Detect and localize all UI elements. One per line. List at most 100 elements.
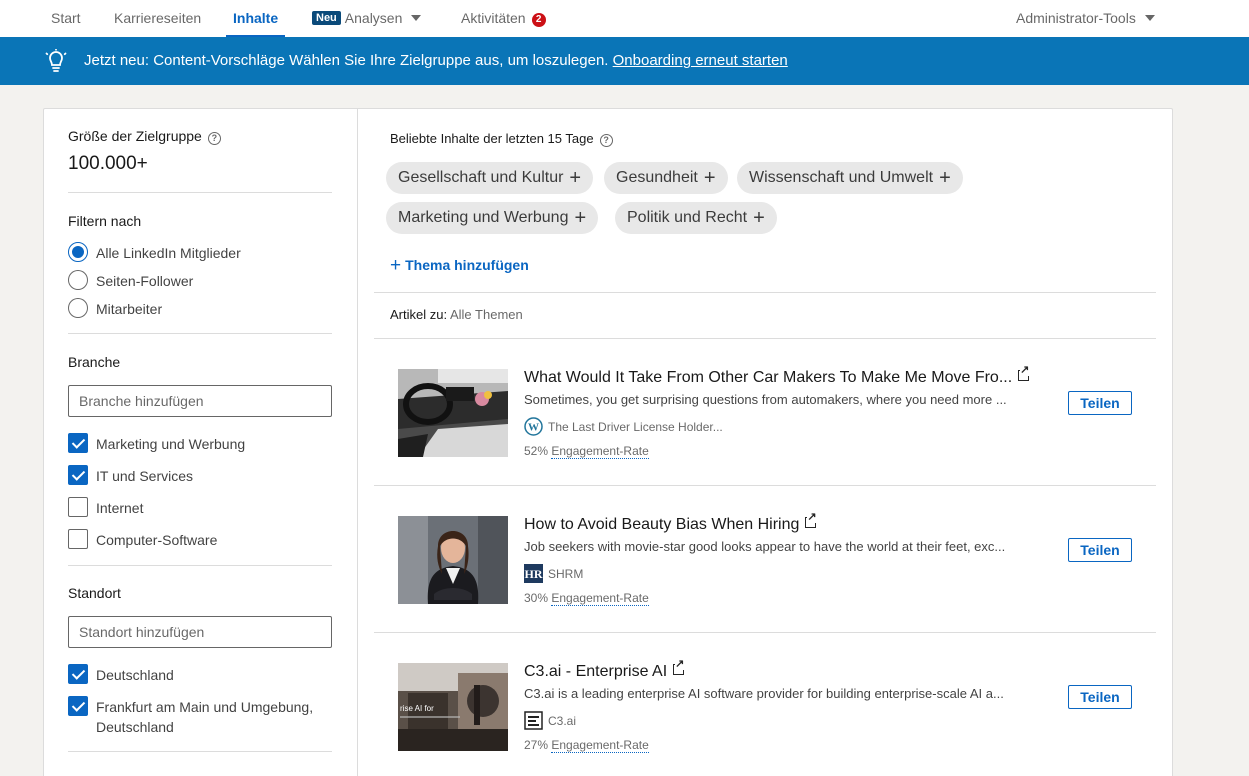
article-card: What Would It Take From Other Car Makers… <box>374 339 1156 485</box>
topic-label: Marketing und Werbung <box>398 209 569 226</box>
article-source: HR SHRM <box>524 564 583 583</box>
filter-heading: Filtern nach <box>68 213 142 229</box>
plus-icon: + <box>574 207 587 229</box>
article-title-text: What Would It Take From Other Car Makers… <box>524 369 1013 386</box>
announcement-banner: Jetzt neu: Content-Vorschläge Wählen Sie… <box>0 37 1249 85</box>
svg-text:W: W <box>528 422 539 434</box>
plus-icon: + <box>939 167 951 189</box>
tab-analysen-label: Analysen <box>344 10 403 26</box>
checkbox[interactable] <box>68 465 88 485</box>
topic-pill[interactable]: Politik und Recht + <box>615 202 777 234</box>
checkbox-label-line2: Deutschland <box>96 719 174 735</box>
divider <box>68 192 332 193</box>
tab-inhalte[interactable]: Inhalte <box>225 0 286 37</box>
divider <box>68 333 332 334</box>
engagement-rate-label: Engagement-Rate <box>551 591 649 606</box>
divider <box>68 565 332 566</box>
article-title[interactable]: C3.ai - Enterprise AI <box>524 659 685 681</box>
new-badge: Neu <box>312 11 341 25</box>
checkbox-label: Deutschland <box>96 667 174 683</box>
location-input[interactable] <box>68 616 332 648</box>
engagement-rate: 27% Engagement-Rate <box>524 738 649 753</box>
share-button[interactable]: Teilen <box>1068 685 1132 709</box>
audience-filter-panel: Größe der Zielgruppe? 100.000+ Filtern n… <box>43 108 358 776</box>
banner-message: Jetzt neu: Content-Vorschläge Wählen Sie… <box>84 52 609 69</box>
engagement-rate-value: 52% <box>524 444 549 458</box>
tab-analysen[interactable]: Neu Analysen <box>312 0 422 37</box>
article-source: C3.ai <box>524 711 576 730</box>
external-link-icon <box>805 512 817 528</box>
engagement-rate-label: Engagement-Rate <box>551 444 649 459</box>
article-description: Job seekers with movie-star good looks a… <box>524 539 1006 554</box>
industry-heading: Branche <box>68 354 121 370</box>
topic-pill[interactable]: Gesundheit + <box>604 162 728 194</box>
wordpress-icon: W <box>524 417 543 436</box>
plus-icon: + <box>753 207 765 229</box>
audience-size-label: Größe der Zielgruppe <box>68 128 202 144</box>
add-topic-button[interactable]: + Thema hinzufügen <box>390 255 529 277</box>
location-heading: Standort <box>68 585 121 601</box>
article-thumbnail[interactable] <box>398 516 508 604</box>
engagement-rate: 30% Engagement-Rate <box>524 591 649 606</box>
checkbox[interactable] <box>68 433 88 453</box>
article-title[interactable]: How to Avoid Beauty Bias When Hiring <box>524 512 817 534</box>
article-source-name: The Last Driver License Holder... <box>548 420 723 434</box>
article-title-text: How to Avoid Beauty Bias When Hiring <box>524 516 800 533</box>
share-button[interactable]: Teilen <box>1068 391 1132 415</box>
article-title[interactable]: What Would It Take From Other Car Makers… <box>524 365 1030 387</box>
engagement-rate: 52% Engagement-Rate <box>524 444 649 459</box>
c3ai-logo-icon <box>524 711 543 730</box>
help-icon[interactable]: ? <box>599 134 613 147</box>
article-description: Sometimes, you get surprising questions … <box>524 392 1007 407</box>
radio-button[interactable] <box>68 242 88 262</box>
article-source-name: C3.ai <box>548 714 577 728</box>
plus-icon: + <box>390 255 402 276</box>
topic-label: Wissenschaft und Umwelt <box>749 169 934 186</box>
industry-input[interactable] <box>68 385 332 417</box>
notification-count-badge: 2 <box>531 13 546 27</box>
topic-label: Gesellschaft und Kultur <box>398 169 564 186</box>
tab-start[interactable]: Start <box>51 0 81 37</box>
chevron-down-icon <box>411 15 422 21</box>
divider <box>374 292 1156 293</box>
radio-button[interactable] <box>68 298 88 318</box>
article-thumbnail[interactable] <box>398 369 508 457</box>
add-topic-label: Thema hinzufügen <box>405 257 529 273</box>
tab-karriereseiten[interactable]: Karriereseiten <box>114 0 201 37</box>
checkbox[interactable] <box>68 497 88 517</box>
topic-pill[interactable]: Wissenschaft und Umwelt + <box>737 162 963 194</box>
content-suggestions-panel: Beliebte Inhalte der letzten 15 Tage? Ge… <box>357 108 1173 776</box>
radio-label: Alle LinkedIn Mitglieder <box>96 245 241 261</box>
checkbox[interactable] <box>68 664 88 684</box>
articles-filter-label: Artikel zu: Alle Themen <box>390 307 523 322</box>
checkbox[interactable] <box>68 529 88 549</box>
banner-text: Jetzt neu: Content-Vorschläge Wählen Sie… <box>84 37 788 85</box>
topic-pill[interactable]: Gesellschaft und Kultur + <box>386 162 594 194</box>
topic-pill[interactable]: Marketing und Werbung + <box>386 202 599 234</box>
articles-for-value: Alle Themen <box>449 307 523 322</box>
radio-label: Seiten-Follower <box>96 273 194 289</box>
radio-button[interactable] <box>68 270 88 290</box>
thumbnail-caption: rise AI for <box>400 704 434 713</box>
plus-icon: + <box>569 167 582 189</box>
article-thumbnail[interactable]: rise AI for <box>398 663 508 751</box>
share-button[interactable]: Teilen <box>1068 538 1132 562</box>
radio-label: Mitarbeiter <box>96 301 163 317</box>
checkbox-label: Computer-Software <box>96 532 218 548</box>
restart-onboarding-link[interactable]: Onboarding erneut starten <box>613 52 788 69</box>
top-navigation: Start Karriereseiten Inhalte Neu Analysen… <box>0 0 1249 37</box>
chevron-down-icon <box>1144 15 1155 21</box>
help-icon[interactable]: ? <box>207 132 221 145</box>
tab-aktivitaeten[interactable]: Aktivitäten 2 <box>461 0 546 37</box>
article-title-text: C3.ai - Enterprise AI <box>524 663 668 680</box>
articles-for-label: Artikel zu: <box>390 307 448 322</box>
admin-tools-menu[interactable]: Administrator-Tools <box>1016 0 1155 37</box>
article-description: C3.ai is a leading enterprise AI softwar… <box>524 686 1004 701</box>
topic-label: Gesundheit <box>616 169 698 186</box>
article-card: How to Avoid Beauty Bias When Hiring Job… <box>374 486 1156 632</box>
checkbox[interactable] <box>68 696 88 716</box>
divider <box>68 751 332 752</box>
audience-size-value: 100.000+ <box>68 153 148 174</box>
popular-content-heading: Beliebte Inhalte der letzten 15 Tage? <box>390 131 613 147</box>
external-link-icon <box>673 659 685 675</box>
